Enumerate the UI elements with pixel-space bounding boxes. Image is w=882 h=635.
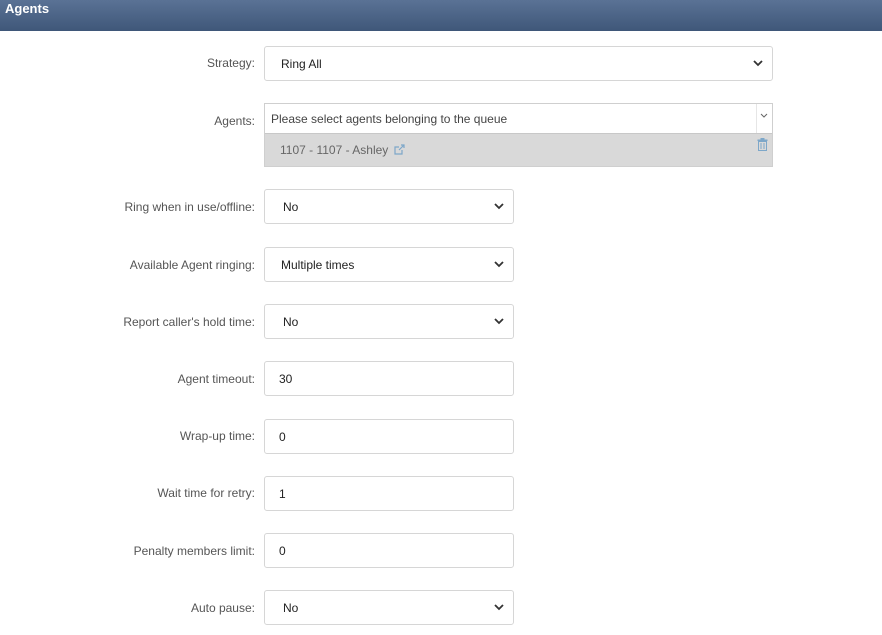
wait-retry-value: 1 (279, 487, 286, 501)
wait-retry-input[interactable]: 1 (264, 476, 514, 511)
report-hold-label: Report caller's hold time: (123, 315, 255, 329)
strategy-label: Strategy: (206, 56, 255, 70)
agents-search-input[interactable]: Please select agents belonging to the qu… (265, 104, 772, 133)
auto-pause-value: No (283, 601, 299, 615)
wait-retry-label: Wait time for retry: (157, 486, 255, 500)
chevron-down-icon (753, 60, 763, 67)
agent-timeout-value: 30 (279, 372, 293, 386)
penalty-limit-value: 0 (279, 544, 286, 558)
available-ringing-label: Available Agent ringing: (129, 258, 255, 272)
penalty-limit-label: Penalty members limit: (133, 544, 255, 558)
chevron-down-icon (494, 261, 504, 268)
agents-dropdown-separator (756, 104, 757, 133)
wrapup-time-input[interactable]: 0 (264, 419, 514, 454)
penalty-limit-input[interactable]: 0 (264, 533, 514, 568)
available-ringing-value: Multiple times (281, 258, 355, 272)
ring-in-use-select[interactable]: No (264, 189, 514, 224)
selected-agent-text: 1107 - 1107 - Ashley (280, 143, 389, 157)
chevron-down-icon[interactable] (760, 113, 768, 119)
wrapup-time-label: Wrap-up time: (179, 429, 255, 443)
ring-in-use-label: Ring when in use/offline: (124, 200, 255, 214)
strategy-value: Ring All (281, 57, 322, 71)
agent-timeout-label: Agent timeout: (177, 372, 255, 386)
auto-pause-select[interactable]: No (264, 590, 514, 625)
ring-in-use-value: No (283, 200, 299, 214)
section-title: Agents (5, 1, 50, 16)
external-link-icon[interactable] (393, 143, 406, 156)
agents-label: Agents: (214, 114, 255, 128)
chevron-down-icon (494, 318, 504, 325)
trash-icon[interactable] (757, 138, 768, 151)
agents-multiselect: Please select agents belonging to the qu… (264, 103, 773, 167)
strategy-select[interactable]: Ring All (264, 46, 773, 81)
report-hold-value: No (283, 315, 299, 329)
section-header: Agents (0, 0, 882, 31)
agent-timeout-input[interactable]: 30 (264, 361, 514, 396)
wrapup-time-value: 0 (279, 430, 286, 444)
report-hold-select[interactable]: No (264, 304, 514, 339)
selected-agent-tag: 1107 - 1107 - Ashley (265, 133, 772, 166)
chevron-down-icon (494, 604, 504, 611)
available-ringing-select[interactable]: Multiple times (264, 247, 514, 282)
chevron-down-icon (494, 203, 504, 210)
auto-pause-label: Auto pause: (190, 601, 255, 615)
